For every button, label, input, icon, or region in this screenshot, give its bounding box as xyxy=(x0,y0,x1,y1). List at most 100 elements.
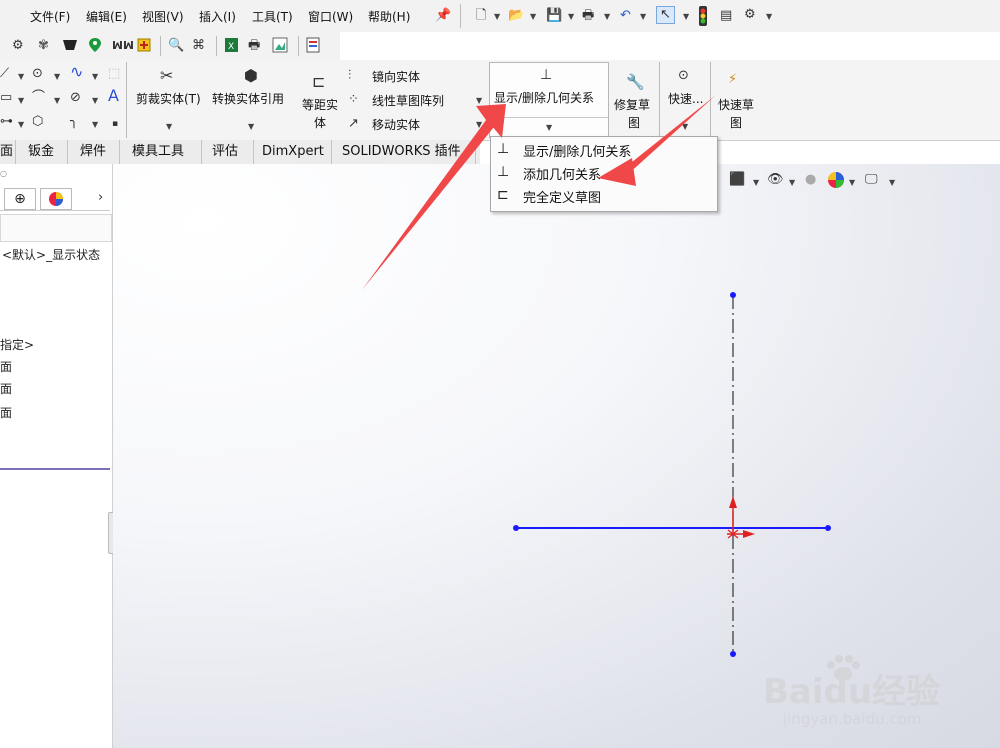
display-state-text[interactable]: <默认>_显示状态 xyxy=(2,246,100,263)
open-folder-icon[interactable]: 📂 xyxy=(508,8,524,24)
menu-display-delete-relations[interactable]: 显示/删除几何关系 xyxy=(523,141,631,160)
tree-item-plane[interactable]: 面 xyxy=(0,404,12,421)
location-pin-icon[interactable] xyxy=(88,37,102,58)
spline-icon[interactable]: ∿ xyxy=(70,64,83,80)
trim-icon[interactable]: ✂ xyxy=(160,68,173,84)
mirror-icon[interactable]: ⫶ xyxy=(348,68,351,84)
tree-item-origin[interactable]: 指定> xyxy=(0,336,34,353)
mirror-button[interactable]: 镜向实体 xyxy=(372,68,420,85)
fillet-icon[interactable]: ╮ xyxy=(70,114,78,130)
chevron-down-icon[interactable]: ▼ xyxy=(604,12,610,21)
file-properties-icon[interactable]: ▤ xyxy=(720,8,732,24)
binoculars-icon[interactable]: ⌘ xyxy=(192,38,205,54)
tree-item-plane[interactable]: 面 xyxy=(0,380,12,397)
tab-mold-tools[interactable]: 模具工具 xyxy=(120,140,202,164)
chevron-down-icon[interactable]: ▼ xyxy=(18,96,24,105)
undo-icon[interactable]: ↶ xyxy=(620,8,631,24)
move-button[interactable]: 移动实体 xyxy=(372,116,420,133)
tab-evaluate[interactable]: 评估 xyxy=(202,140,254,164)
chevron-down-icon[interactable]: ▼ xyxy=(92,72,98,81)
rapid-sketch-icon[interactable]: ⚡ xyxy=(728,72,737,88)
tab-dimxpert[interactable]: DimXpert xyxy=(254,140,332,164)
tab-weldments[interactable]: 焊件 xyxy=(68,140,120,164)
chevron-down-icon[interactable]: ▼ xyxy=(166,122,172,131)
ellipse-icon[interactable]: ⊘ xyxy=(70,90,81,106)
chevron-down-icon[interactable]: ▼ xyxy=(476,96,482,105)
menu-edit[interactable]: 编辑(E) xyxy=(86,8,127,25)
menu-insert[interactable]: 插入(I) xyxy=(199,8,236,25)
save-icon[interactable]: 💾 xyxy=(546,8,562,24)
search-icon[interactable]: 🔍 xyxy=(168,38,184,54)
circle-icon[interactable]: ⊙ xyxy=(32,66,43,82)
appearance-tab-icon[interactable] xyxy=(40,188,72,210)
select-cursor-icon[interactable]: ↖ xyxy=(656,6,675,24)
traffic-light-icon[interactable] xyxy=(698,6,708,31)
point-icon[interactable]: ▪ xyxy=(112,116,118,132)
linear-pattern-button[interactable]: 线性草图阵列 xyxy=(372,92,444,109)
trim-button[interactable]: 剪裁实体(T) xyxy=(136,90,201,107)
notebook-icon[interactable] xyxy=(306,37,320,58)
print-icon[interactable]: 🖶 xyxy=(582,8,594,24)
image-icon[interactable] xyxy=(272,37,288,58)
menu-window[interactable]: 窗口(W) xyxy=(308,8,353,25)
chevron-down-icon[interactable]: ▼ xyxy=(18,120,24,129)
slot-icon[interactable]: ⊶ xyxy=(0,114,13,130)
line-icon[interactable]: ⟋ xyxy=(0,66,9,82)
linear-pattern-icon[interactable]: ⁘ xyxy=(348,92,359,108)
menu-view[interactable]: 视图(V) xyxy=(142,8,184,25)
pin-icon[interactable]: 📌 xyxy=(435,8,451,24)
excel-icon[interactable]: X xyxy=(224,37,239,58)
panel-grip-icon[interactable]: ○ xyxy=(0,166,7,182)
offset-button-line2[interactable]: 体 xyxy=(314,114,326,131)
plus-cube-icon[interactable] xyxy=(136,37,152,58)
rollback-bar[interactable] xyxy=(0,468,110,470)
chevron-down-icon[interactable]: ▼ xyxy=(494,12,500,21)
chevron-down-icon[interactable]: ▼ xyxy=(640,12,646,21)
graphics-viewport[interactable]: ⬛ ▼ 👁 ▼ ● ▼ 🖵 ▼ Baidu经验 jingyan.baidu.co… xyxy=(113,164,1000,748)
line-endpoint[interactable] xyxy=(825,525,831,531)
chevron-down-icon[interactable]: ▼ xyxy=(54,72,60,81)
quick-snaps-button[interactable]: 快速... xyxy=(668,90,703,107)
chevron-down-icon[interactable]: ▼ xyxy=(546,123,552,132)
centerline-endpoint[interactable] xyxy=(730,292,736,298)
filter-box[interactable] xyxy=(0,214,112,242)
configuration-tab-icon[interactable]: ⊕ xyxy=(4,188,36,210)
chevron-down-icon[interactable]: ▼ xyxy=(568,12,574,21)
relations-button[interactable]: 显示/删除几何关系 xyxy=(494,89,594,106)
offset-button-line1[interactable]: 等距实 xyxy=(302,96,338,113)
chevron-right-icon[interactable]: › xyxy=(98,190,103,206)
tab-sheet-metal[interactable]: 钣金 xyxy=(16,140,68,164)
chevron-down-icon[interactable]: ▼ xyxy=(248,122,254,131)
chevron-down-icon[interactable]: ▼ xyxy=(682,122,688,131)
chevron-down-icon[interactable]: ▼ xyxy=(18,72,24,81)
menu-help[interactable]: 帮助(H) xyxy=(368,8,410,25)
line-endpoint[interactable] xyxy=(513,525,519,531)
tab-surface[interactable]: 面 xyxy=(0,140,16,164)
repair-sketch-line2[interactable]: 图 xyxy=(628,114,640,131)
bucket-icon[interactable] xyxy=(62,38,78,57)
menu-tools[interactable]: 工具(T) xyxy=(252,8,293,25)
chevron-down-icon[interactable]: ▼ xyxy=(92,96,98,105)
chevron-down-icon[interactable]: ▼ xyxy=(683,12,689,21)
rectangle-icon[interactable]: ▭ xyxy=(0,90,12,106)
menu-file[interactable]: 文件(F) xyxy=(30,8,70,25)
centerline-endpoint[interactable] xyxy=(730,651,736,657)
convert-entities-button[interactable]: 转换实体引用 xyxy=(212,90,284,107)
repair-sketch-icon[interactable]: 🔧 xyxy=(626,74,645,90)
menu-fully-define-sketch[interactable]: 完全定义草图 xyxy=(523,187,601,206)
gear-cluster-icon[interactable]: ✾ xyxy=(38,38,49,54)
gear-icon[interactable]: ⚙ xyxy=(744,7,756,23)
polygon-icon[interactable]: ⬡ xyxy=(32,114,43,130)
offset-icon[interactable]: ⊏ xyxy=(312,74,325,90)
plane-icon[interactable]: ⬚ xyxy=(108,66,120,82)
printer-icon[interactable]: 🖶 xyxy=(248,38,260,54)
convert-entities-icon[interactable]: ⬢ xyxy=(244,68,258,84)
relations-button-frame[interactable]: ⊥ 显示/删除几何关系 ▼ xyxy=(489,62,609,138)
chevron-down-icon[interactable]: ▼ xyxy=(766,12,772,21)
rapid-sketch-line1[interactable]: 快速草 xyxy=(718,96,754,113)
quick-snaps-icon[interactable]: ⊙ xyxy=(678,68,689,84)
chevron-down-icon[interactable]: ▼ xyxy=(530,12,536,21)
tab-solidworks-addins[interactable]: SOLIDWORKS 插件 xyxy=(332,140,476,164)
repair-sketch-line1[interactable]: 修复草 xyxy=(614,96,650,113)
menu-add-relation[interactable]: 添加几何关系 xyxy=(523,164,601,183)
